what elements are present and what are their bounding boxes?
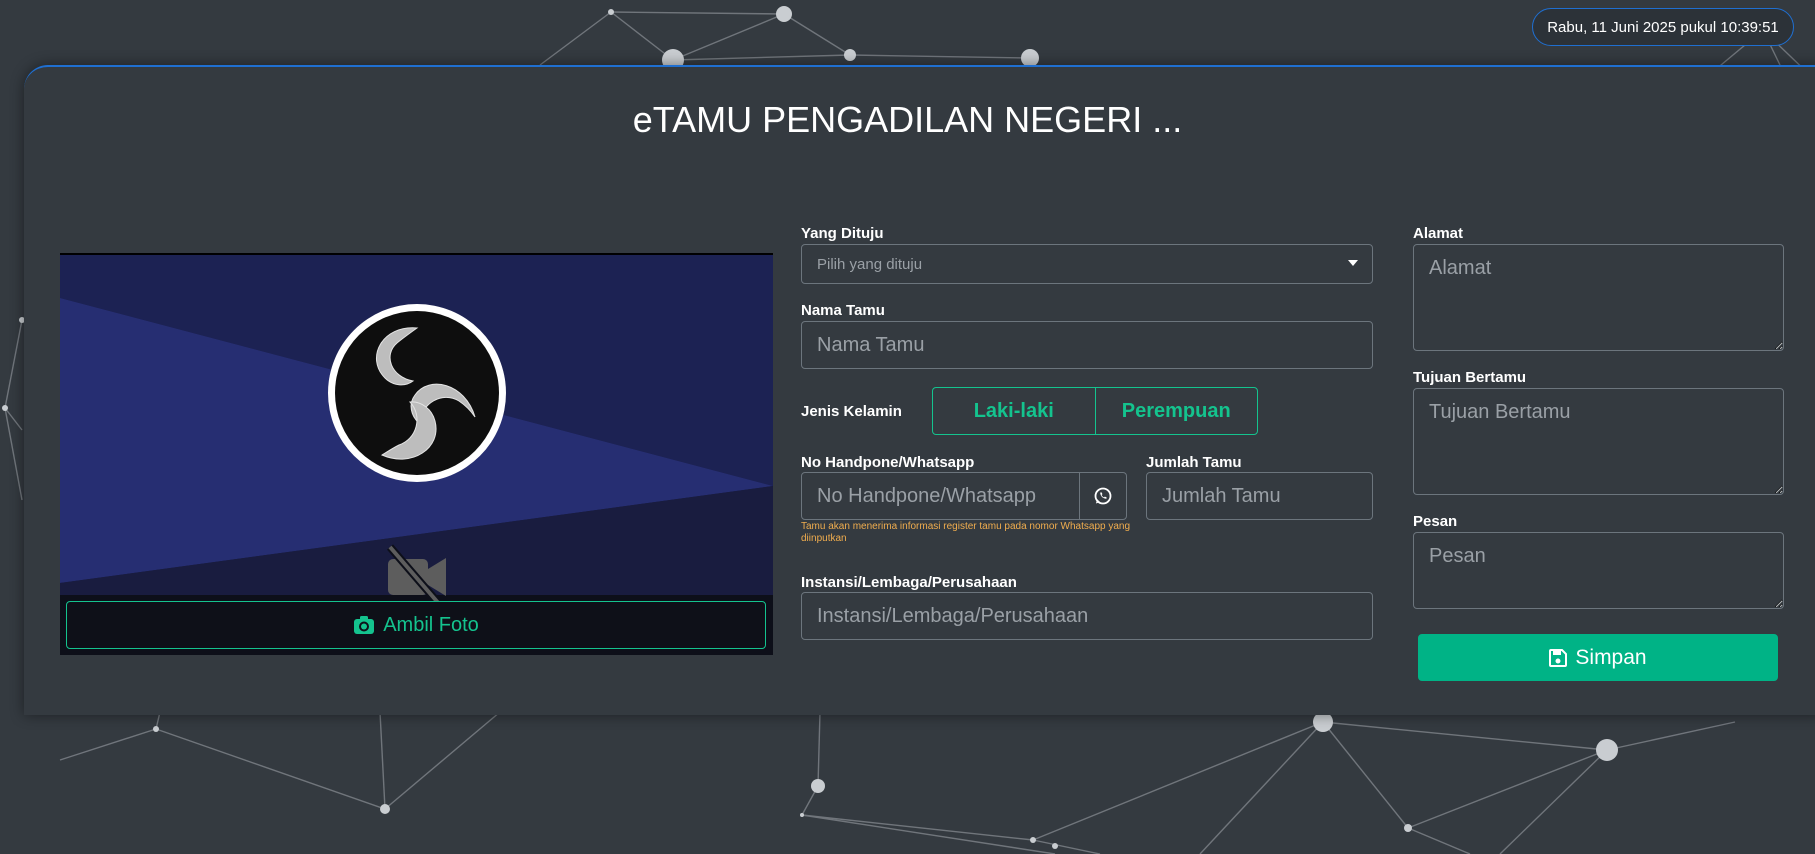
gender-toggle-group: Laki-laki Perempuan (932, 387, 1258, 435)
jenis-kelamin-label: Jenis Kelamin (801, 403, 902, 420)
yang-dituju-placeholder: Pilih yang dituju (817, 255, 923, 273)
gender-option-laki-laki[interactable]: Laki-laki (933, 388, 1095, 434)
yang-dituju-select[interactable]: Pilih yang dituju (801, 244, 1373, 284)
no-hp-input[interactable] (801, 472, 1081, 520)
page-title: eTAMU PENGADILAN NEGERI ... (632, 99, 1183, 140)
instansi-input[interactable] (801, 592, 1373, 640)
video-off-icon (386, 544, 446, 608)
main-card: eTAMU PENGADILAN NEGERI ... Ambil Foto Y… (24, 65, 1815, 715)
jumlah-tamu-input[interactable] (1146, 472, 1373, 520)
pesan-label: Pesan (1413, 513, 1458, 530)
camera-icon (354, 616, 375, 634)
chevron-down-icon (1348, 260, 1358, 266)
instansi-label: Instansi/Lembaga/Perusahaan (801, 574, 1017, 591)
floppy-disk-icon (1549, 648, 1568, 667)
pesan-textarea[interactable] (1413, 532, 1784, 609)
datetime-display: Rabu, 11 Juni 2025 pukul 10:39:51 (1532, 8, 1794, 46)
obs-logo-icon (328, 304, 506, 482)
take-photo-label: Ambil Foto (383, 613, 479, 636)
take-photo-button[interactable]: Ambil Foto (66, 601, 766, 649)
jumlah-tamu-label: Jumlah Tamu (1146, 454, 1242, 471)
save-button[interactable]: Simpan (1418, 634, 1778, 681)
nama-tamu-input[interactable] (801, 321, 1373, 369)
camera-preview: Ambil Foto (60, 253, 773, 655)
nama-tamu-label: Nama Tamu (801, 302, 885, 319)
alamat-label: Alamat (1413, 225, 1464, 242)
alamat-textarea[interactable] (1413, 244, 1784, 351)
no-hp-label: No Handpone/Whatsapp (801, 454, 975, 471)
save-label: Simpan (1575, 645, 1647, 669)
whatsapp-button[interactable] (1079, 472, 1127, 520)
gender-option-perempuan[interactable]: Perempuan (1094, 388, 1258, 434)
whatsapp-icon (1094, 487, 1112, 505)
no-hp-hint: Tamu akan menerima informasi register ta… (801, 521, 1131, 544)
tujuan-textarea[interactable] (1413, 388, 1784, 495)
tujuan-label: Tujuan Bertamu (1413, 369, 1527, 386)
yang-dituju-label: Yang Dituju (801, 225, 884, 242)
